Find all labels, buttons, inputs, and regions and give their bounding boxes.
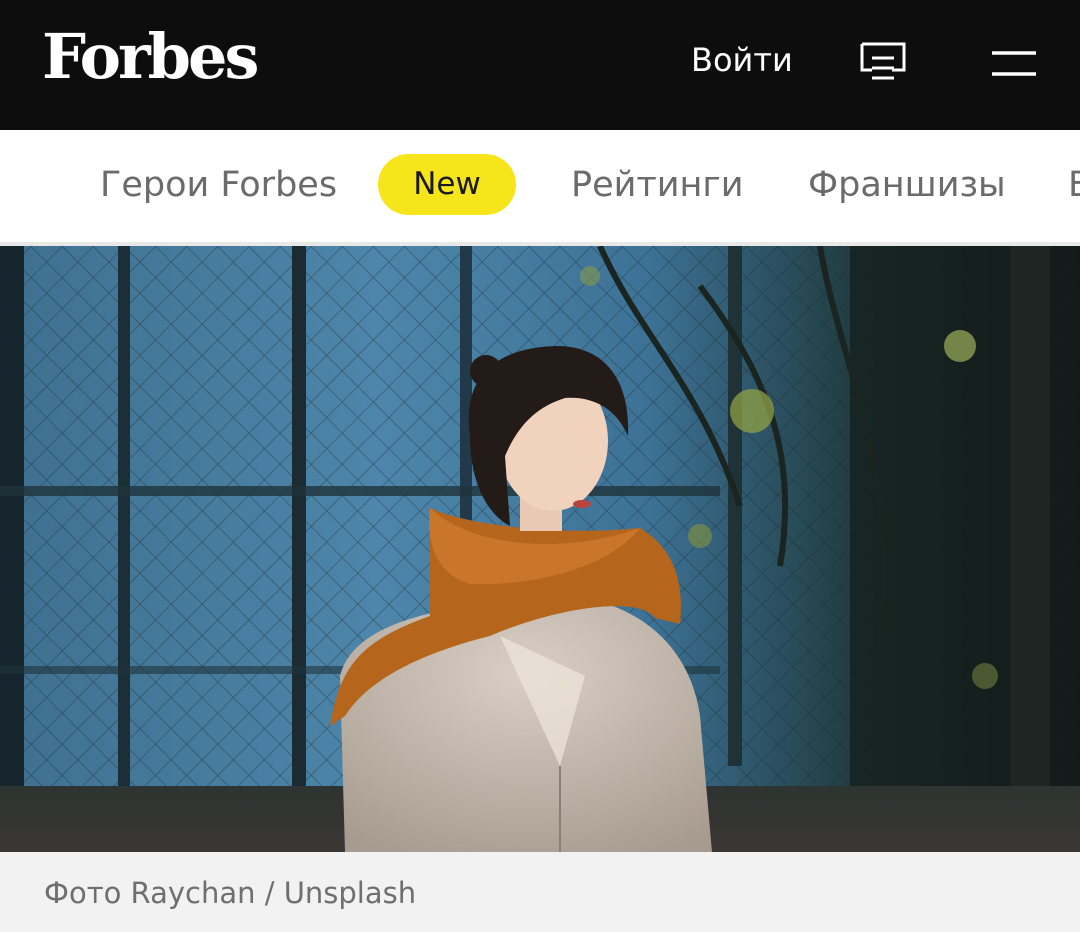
hero-photo (0, 246, 1080, 852)
menu-list-icon[interactable] (858, 40, 908, 86)
hamburger-menu-icon[interactable] (990, 50, 1038, 78)
hero-photo-illustration (0, 246, 1080, 852)
nav-item-next[interactable]: Б (1068, 166, 1080, 205)
section-nav: Герои Forbes New Рейтинги Франшизы Б (0, 130, 1080, 242)
nav-item-franchises[interactable]: Франшизы (808, 166, 1006, 205)
photo-caption-bar: Фото Raychan / Unsplash (0, 852, 1080, 932)
forbes-logo[interactable]: Forbes (42, 26, 259, 88)
top-header: Forbes Войти (0, 0, 1080, 130)
photo-credit: Фото Raychan / Unsplash (44, 876, 417, 910)
nav-item-ratings[interactable]: Рейтинги (571, 166, 744, 205)
new-badge[interactable]: New (378, 154, 516, 215)
nav-item-heroes[interactable]: Герои Forbes (100, 166, 337, 205)
login-button[interactable]: Войти (691, 44, 793, 76)
